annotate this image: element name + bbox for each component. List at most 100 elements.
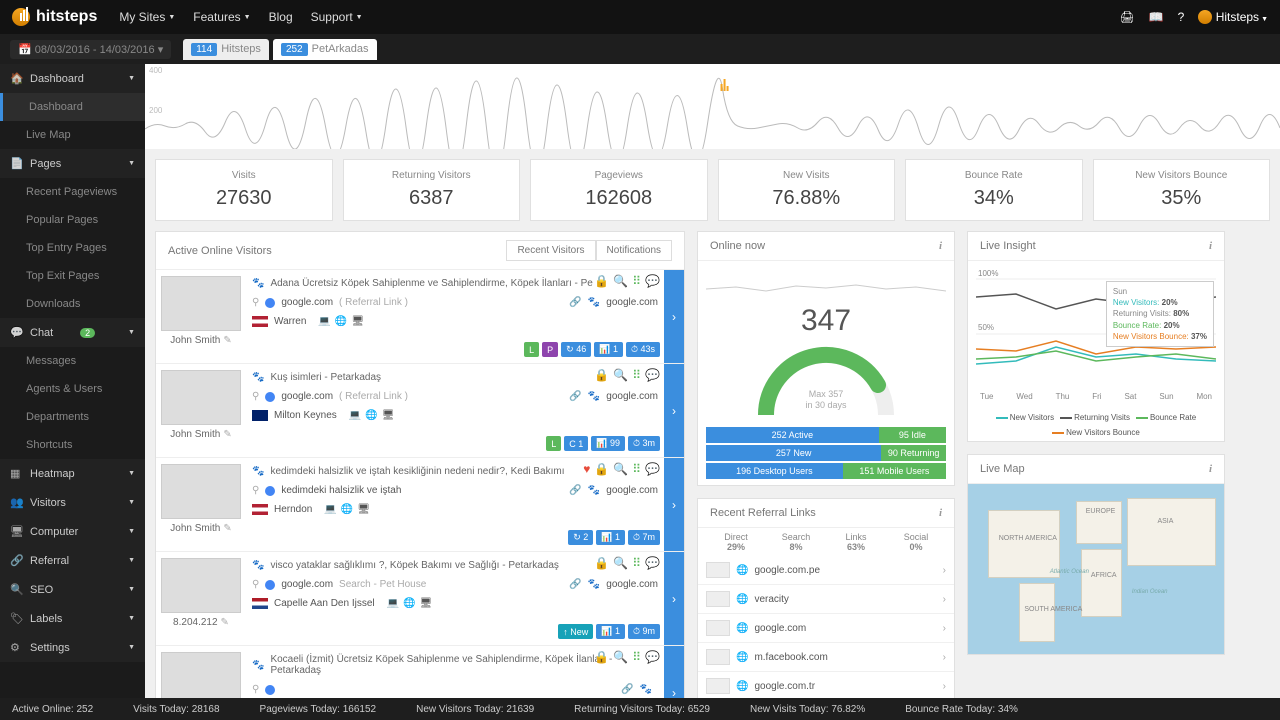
sidebar: 🏠Dashboard▼DashboardLive Map📄Pages▼Recen… xyxy=(0,64,145,698)
status-item: Visits Today: 28168 xyxy=(133,704,219,715)
sidebar-sub-shortcuts[interactable]: Shortcuts xyxy=(0,431,145,459)
search-icon[interactable]: 🔍 xyxy=(613,274,628,288)
print-icon[interactable]: 🖨 xyxy=(1119,10,1134,24)
menu-features[interactable]: Features▼ xyxy=(193,10,250,24)
referral-row[interactable]: 🌐google.com.tr› xyxy=(698,672,954,698)
sidebar-sub-top-exit-pages[interactable]: Top Exit Pages xyxy=(0,262,145,290)
chat-icon[interactable]: 💬 xyxy=(645,274,660,288)
favicon: 🌐 xyxy=(736,652,748,663)
search-icon[interactable]: 🔍 xyxy=(613,650,628,664)
sidebar-sub-recent-pageviews[interactable]: Recent Pageviews xyxy=(0,178,145,206)
site-thumb xyxy=(706,678,730,694)
sidebar-sub-popular-pages[interactable]: Popular Pages xyxy=(0,206,145,234)
expand-arrow[interactable]: › xyxy=(664,646,684,698)
site-tab-petarkadas[interactable]: 252PetArkadas xyxy=(273,39,377,60)
grid-icon[interactable]: ⠿ xyxy=(632,556,641,570)
sidebar-item-referral[interactable]: 🔗Referral▼ xyxy=(0,546,145,575)
browser-icon: 🌐 xyxy=(335,316,347,327)
cog-icon: ⚙ xyxy=(10,641,22,654)
menu-mysites[interactable]: My Sites▼ xyxy=(119,10,175,24)
lock-icon[interactable]: 🔒 xyxy=(594,368,609,382)
sidebar-sub-top-entry-pages[interactable]: Top Entry Pages xyxy=(0,234,145,262)
chevron-right-icon: › xyxy=(943,565,946,576)
edit-icon[interactable]: ✎ xyxy=(221,617,229,628)
sidebar-item-dashboard[interactable]: 🏠Dashboard▼ xyxy=(0,64,145,93)
grid-icon[interactable]: ⠿ xyxy=(632,274,641,288)
expand-arrow[interactable]: › xyxy=(664,552,684,645)
browser-icon: 🌐 xyxy=(365,410,377,421)
chat-icon[interactable]: 💬 xyxy=(645,368,660,382)
home-icon: 🏠 xyxy=(10,72,22,85)
chat-icon: 💬 xyxy=(10,326,22,339)
edit-icon[interactable]: ✎ xyxy=(223,523,231,534)
referral-row[interactable]: 🌐google.com.pe› xyxy=(698,556,954,585)
chat-icon[interactable]: 💬 xyxy=(645,650,660,664)
sidebar-sub-downloads[interactable]: Downloads xyxy=(0,290,145,318)
link-icon: 🔗 xyxy=(569,579,581,590)
grid-icon[interactable]: ⠿ xyxy=(632,462,641,476)
lock-icon[interactable]: 🔒 xyxy=(594,462,609,476)
referral-row[interactable]: 🌐m.facebook.com› xyxy=(698,643,954,672)
sidebar-item-settings[interactable]: ⚙Settings▼ xyxy=(0,633,145,662)
menu-support[interactable]: Support▼ xyxy=(311,10,363,24)
search-icon[interactable]: 🔍 xyxy=(613,462,628,476)
edit-icon[interactable]: ✎ xyxy=(223,429,231,440)
brand-logo[interactable]: hitsteps xyxy=(12,8,97,26)
help-icon[interactable]: ? xyxy=(1178,10,1185,24)
referral-row[interactable]: 🌐google.com› xyxy=(698,614,954,643)
topbar: hitsteps My Sites▼ Features▼ Blog Suppor… xyxy=(0,0,1280,34)
stat-card: New Visits76.88% xyxy=(718,159,896,221)
panel-title: Online now xyxy=(710,240,939,252)
browser-icon: 🌐 xyxy=(403,598,415,609)
tab-notifications[interactable]: Notifications xyxy=(596,240,672,261)
info-icon[interactable]: i xyxy=(939,507,942,519)
sidebar-item-chat[interactable]: 💬Chat2▼ xyxy=(0,318,145,347)
sitemap-icon: ⚲ xyxy=(252,684,259,695)
info-icon[interactable]: i xyxy=(1209,240,1212,252)
expand-arrow[interactable]: › xyxy=(664,270,684,363)
gauge-bar: 252 Active95 Idle xyxy=(706,427,946,443)
lock-icon[interactable]: 🔒 xyxy=(594,650,609,664)
sidebar-sub-messages[interactable]: Messages xyxy=(0,347,145,375)
user-menu[interactable]: Hitsteps▼ xyxy=(1198,10,1268,25)
paw-icon: 🐾 xyxy=(588,391,600,402)
chat-icon[interactable]: 💬 xyxy=(645,556,660,570)
sidebar-item-pages[interactable]: 📄Pages▼ xyxy=(0,149,145,178)
edit-icon[interactable]: ✎ xyxy=(223,335,231,346)
sidebar-item-labels[interactable]: 🏷Labels▼ xyxy=(0,604,145,633)
logo-icon xyxy=(12,8,30,26)
status-item: Pageviews Today: 166152 xyxy=(260,704,377,715)
status-item: Returning Visitors Today: 6529 xyxy=(574,704,710,715)
heart-icon[interactable]: ♥ xyxy=(583,462,590,476)
lock-icon[interactable]: 🔒 xyxy=(594,556,609,570)
expand-arrow[interactable]: › xyxy=(664,364,684,457)
tab-recent-visitors[interactable]: Recent Visitors xyxy=(506,240,595,261)
info-icon[interactable]: i xyxy=(1209,463,1212,475)
expand-arrow[interactable]: › xyxy=(664,458,684,551)
sidebar-sub-live-map[interactable]: Live Map xyxy=(0,121,145,149)
visitor-card: 8.204.212 ✎ 🐾visco yataklar sağlıklımı ?… xyxy=(156,552,684,646)
sidebar-sub-agents-&-users[interactable]: Agents & Users xyxy=(0,375,145,403)
sidebar-item-heatmap[interactable]: ▦Heatmap▼ xyxy=(0,459,145,488)
search-icon[interactable]: 🔍 xyxy=(613,556,628,570)
visitor-card: John Smith ✎ 🐾Adana Ücretsiz Köpek Sahip… xyxy=(156,270,684,364)
info-icon[interactable]: i xyxy=(939,240,942,252)
book-icon[interactable]: 📖 xyxy=(1149,10,1164,24)
referral-row[interactable]: 🌐veracity› xyxy=(698,585,954,614)
sidebar-sub-departments[interactable]: Departments xyxy=(0,403,145,431)
date-range[interactable]: 📅 08/03/2016 - 14/03/2016 ▾ xyxy=(10,40,171,59)
menu-blog[interactable]: Blog xyxy=(269,10,293,24)
lock-icon[interactable]: 🔒 xyxy=(594,274,609,288)
flag-icon xyxy=(252,598,268,609)
grid-icon[interactable]: ⠿ xyxy=(632,368,641,382)
sidebar-item-computer[interactable]: 🖥Computer▼ xyxy=(0,517,145,546)
sidebar-sub-dashboard[interactable]: Dashboard xyxy=(0,93,145,121)
sidebar-item-seo[interactable]: 🔍SEO▼ xyxy=(0,575,145,604)
sidebar-item-visitors[interactable]: 👥Visitors▼ xyxy=(0,488,145,517)
world-map[interactable]: NORTH AMERICA EUROPE ASIA AFRICA SOUTH A… xyxy=(968,484,1224,654)
grid-icon[interactable]: ⠿ xyxy=(632,650,641,664)
site-tab-hitsteps[interactable]: 114Hitsteps xyxy=(183,39,269,60)
chat-icon[interactable]: 💬 xyxy=(645,462,660,476)
chart-tooltip: Sun New Visitors: 20%Returning Visits: 8… xyxy=(1106,281,1214,347)
search-icon[interactable]: 🔍 xyxy=(613,368,628,382)
